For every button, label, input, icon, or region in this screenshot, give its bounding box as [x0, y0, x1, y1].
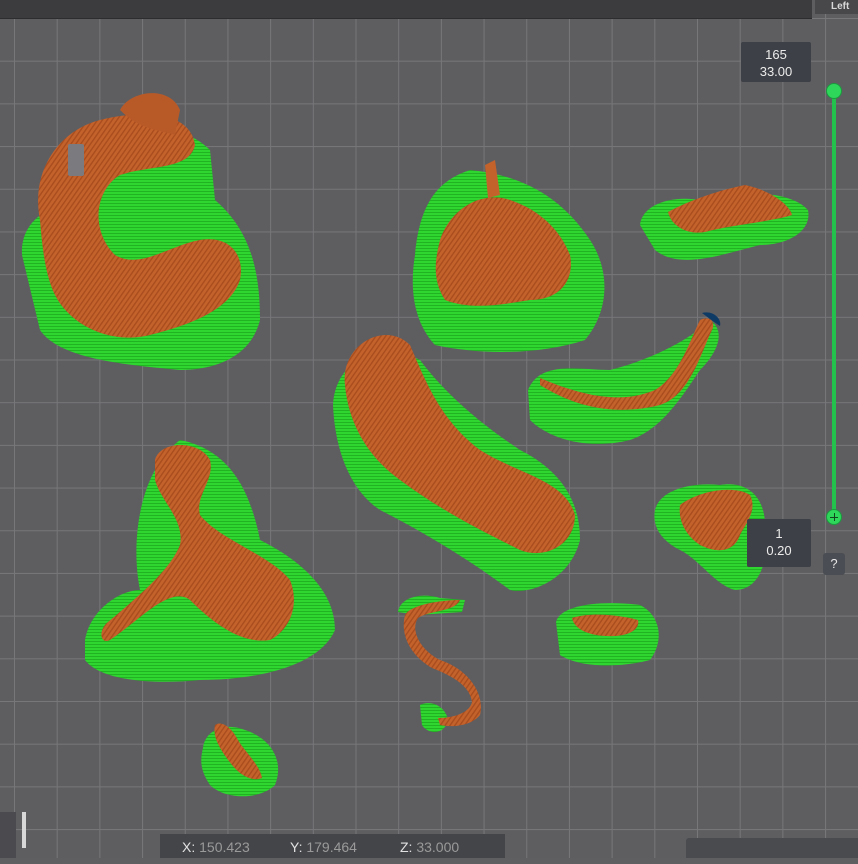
model-8[interactable] [556, 603, 659, 666]
model-2[interactable] [412, 160, 605, 352]
top-layer-height: 33.00 [759, 64, 793, 79]
model-10[interactable] [201, 723, 279, 797]
slider-bottom-handle-icon[interactable] [826, 509, 842, 525]
coordinate-readout: X: 150.423 Y: 179.464 Z: 33.000 [160, 834, 505, 858]
layer-slider-top-label: 165 33.00 [741, 42, 811, 82]
bottom-layer-number: 1 [775, 526, 783, 541]
top-layer-number: 165 [765, 47, 787, 62]
plate-lock-icon[interactable] [68, 144, 84, 176]
sliced-models-scene[interactable] [0, 0, 858, 858]
bottom-layer-height: 0.20 [766, 543, 792, 558]
x-coordinate: X: 150.423 [182, 839, 250, 855]
slider-top-handle-icon[interactable] [826, 83, 842, 99]
y-coordinate: Y: 179.464 [290, 839, 357, 855]
bottom-left-panel [0, 812, 16, 858]
model-9[interactable] [398, 595, 481, 732]
model-6[interactable] [85, 440, 335, 682]
model-3[interactable] [640, 185, 809, 260]
help-button[interactable]: ? [823, 553, 845, 575]
z-coordinate: Z: 33.000 [400, 839, 460, 855]
model-5[interactable] [333, 334, 580, 591]
layer-slider-bottom-label: 1 0.20 [747, 519, 811, 567]
model-1[interactable] [21, 93, 261, 370]
horizontal-slider-handle[interactable] [22, 812, 26, 848]
layer-slider-track[interactable] [832, 90, 836, 518]
bottom-right-panel [686, 838, 858, 858]
